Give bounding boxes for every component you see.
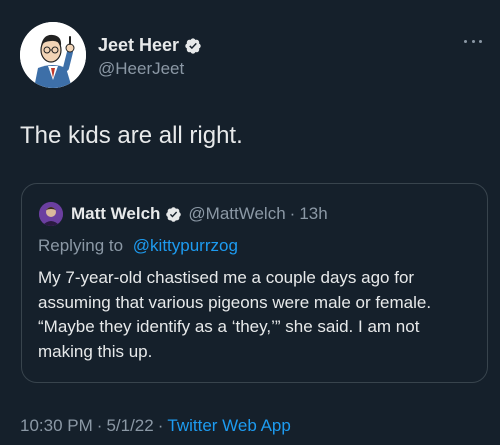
quoted-separator: · bbox=[289, 204, 296, 223]
tweet-text: The kids are all right. bbox=[20, 122, 243, 149]
author-name[interactable]: Jeet Heer bbox=[98, 35, 202, 56]
source-app-link[interactable]: Twitter Web App bbox=[167, 416, 290, 435]
replying-to-label: Replying to bbox=[38, 236, 124, 255]
more-options-icon[interactable] bbox=[462, 30, 484, 52]
quoted-author-avatar[interactable] bbox=[39, 202, 63, 226]
verified-badge-icon bbox=[166, 206, 182, 222]
replying-to-link[interactable]: @kittypurrzog bbox=[133, 236, 238, 255]
cartoon-man-avatar-icon bbox=[20, 22, 86, 88]
verified-badge-icon bbox=[185, 37, 201, 54]
meta-separator: · bbox=[96, 416, 103, 435]
quoted-author-name[interactable]: Matt Welch bbox=[71, 204, 160, 224]
user-photo-avatar-icon bbox=[39, 202, 63, 226]
author-name-text: Jeet Heer bbox=[98, 35, 180, 55]
tweet-meta: 10:30 PM · 5/1/22 · Twitter Web App bbox=[20, 416, 291, 436]
meta-separator: · bbox=[157, 416, 164, 435]
author-avatar[interactable] bbox=[20, 22, 86, 88]
more-dot bbox=[464, 39, 467, 43]
quoted-tweet-text: My 7-year-old chastised me a couple days… bbox=[38, 268, 432, 361]
quoted-tweet-card[interactable]: Matt Welch @MattWelch · 13h Replying to … bbox=[21, 183, 488, 383]
tweet-date[interactable]: 5/1/22 bbox=[106, 416, 153, 435]
quoted-time-ago[interactable]: 13h bbox=[299, 204, 327, 224]
tweet-detail: Jeet Heer @HeerJeet The kids are all rig… bbox=[0, 0, 500, 445]
more-dot bbox=[471, 39, 475, 43]
more-dot bbox=[479, 39, 482, 43]
replying-to: Replying to @kittypurrzog bbox=[38, 236, 238, 256]
author-handle[interactable]: @HeerJeet bbox=[98, 59, 184, 79]
tweet-time[interactable]: 10:30 PM bbox=[20, 416, 93, 435]
quoted-author-handle[interactable]: @MattWelch bbox=[188, 204, 285, 224]
quoted-tweet-header: Matt Welch @MattWelch · 13h bbox=[71, 204, 328, 224]
